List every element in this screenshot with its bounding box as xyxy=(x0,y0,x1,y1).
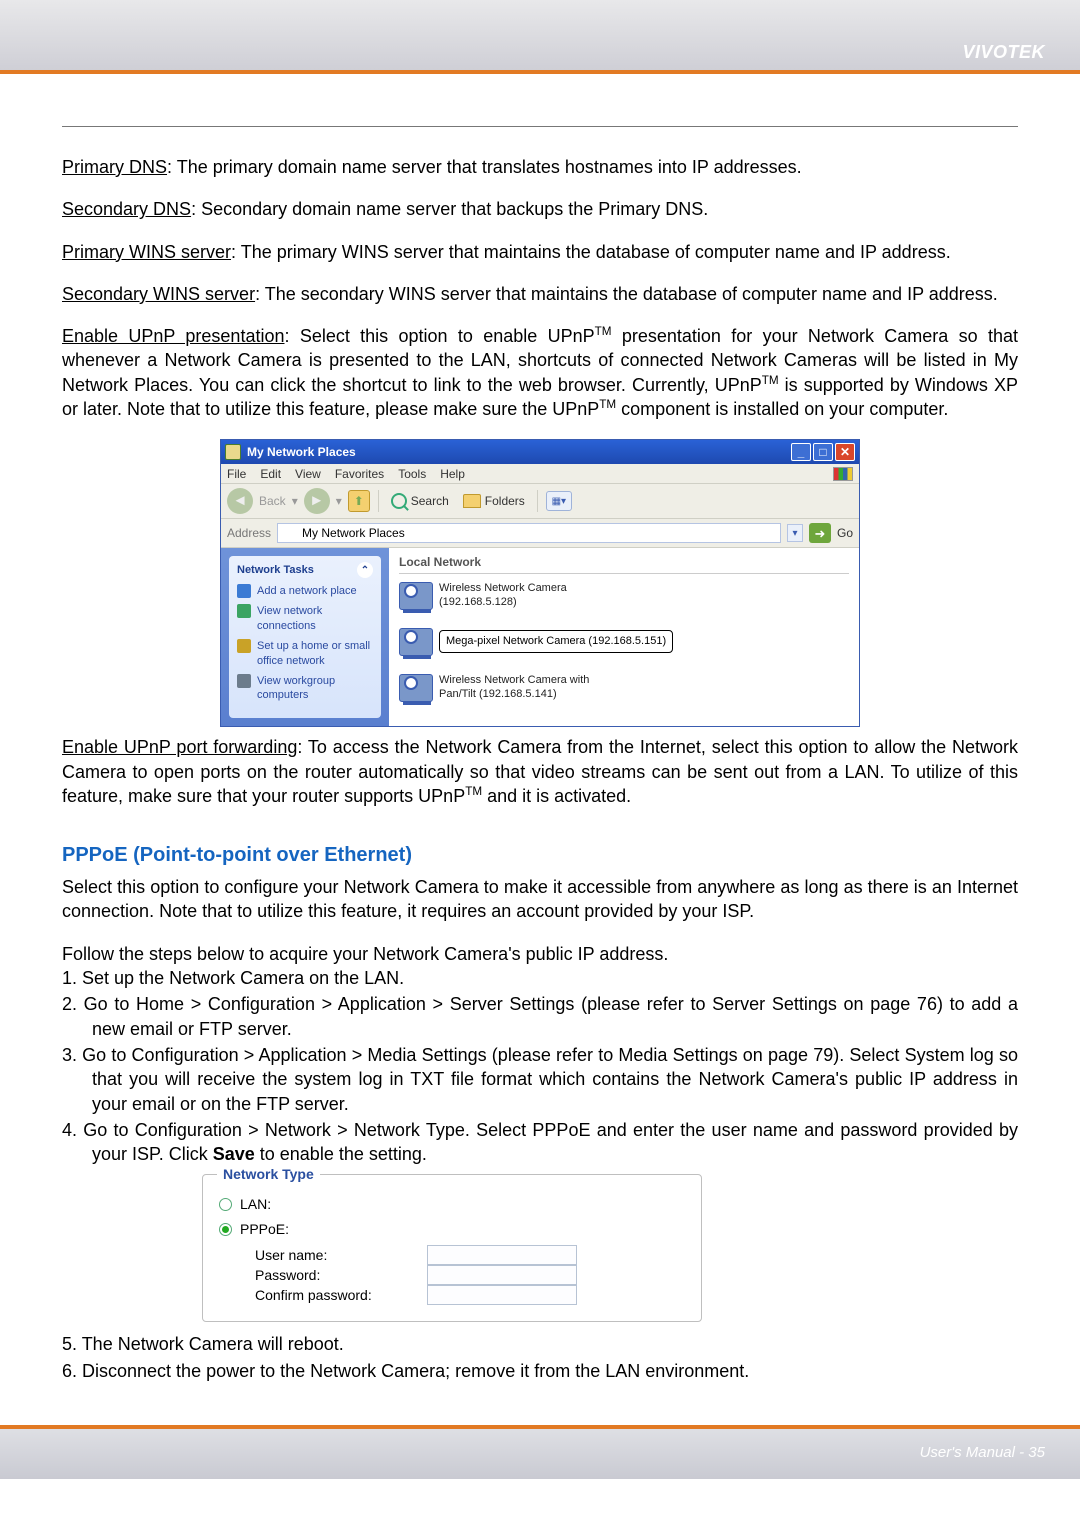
network-type-legend: Network Type xyxy=(217,1165,320,1184)
network-places-screenshot: My Network Places _ □ ✕ File Edit View F… xyxy=(220,439,860,727)
menu-tools[interactable]: Tools xyxy=(398,466,426,482)
side-panel-header: Network Tasks xyxy=(237,563,314,578)
secondary-wins-term: Secondary WINS server xyxy=(62,284,255,304)
collapse-icon[interactable]: ⌃ xyxy=(357,562,373,578)
primary-dns-text: : The primary domain name server that tr… xyxy=(167,157,802,177)
setup-icon xyxy=(237,639,251,653)
step-6: 6. Disconnect the power to the Network C… xyxy=(62,1359,1018,1383)
menu-file[interactable]: File xyxy=(227,466,246,482)
primary-wins-para: Primary WINS server: The primary WINS se… xyxy=(62,240,1018,264)
side-panel: Network Tasks ⌃ Add a network place View… xyxy=(221,548,389,726)
address-label: Address xyxy=(227,525,271,541)
step-1: 1. Set up the Network Camera on the LAN. xyxy=(62,966,1018,990)
network-item[interactable]: Wireless Network Camera with Pan/Tilt (1… xyxy=(399,674,629,702)
pppoe-intro: Select this option to configure your Net… xyxy=(62,875,1018,924)
workgroup-icon xyxy=(237,674,251,688)
page-content: Primary DNS: The primary domain name ser… xyxy=(0,74,1080,1425)
back-button[interactable]: ◄ xyxy=(227,488,253,514)
secondary-wins-text: : The secondary WINS server that maintai… xyxy=(255,284,998,304)
up-button[interactable]: ⬆ xyxy=(348,490,370,512)
secondary-dns-para: Secondary DNS: Secondary domain name ser… xyxy=(62,197,1018,221)
folders-icon xyxy=(463,494,481,508)
connections-icon xyxy=(237,604,251,618)
confirm-password-label: Confirm password: xyxy=(255,1286,405,1305)
confirm-password-input[interactable] xyxy=(427,1285,577,1305)
footer-band: User's Manual - 35 xyxy=(0,1429,1080,1479)
go-label: Go xyxy=(837,525,853,541)
step-4: 4. Go to Configuration > Network > Netwo… xyxy=(62,1118,1018,1167)
group-header: Local Network xyxy=(399,554,849,573)
primary-dns-para: Primary DNS: The primary domain name ser… xyxy=(62,155,1018,179)
network-item-callout[interactable]: Mega-pixel Network Camera (192.168.5.151… xyxy=(399,628,673,656)
address-text: My Network Places xyxy=(302,525,405,541)
pppoe-radio[interactable] xyxy=(219,1223,232,1236)
window-maximize-button[interactable]: □ xyxy=(813,443,833,461)
search-button[interactable]: Search xyxy=(387,491,453,511)
menu-bar: File Edit View Favorites Tools Help xyxy=(221,464,859,484)
primary-dns-term: Primary DNS xyxy=(62,157,167,177)
task-add-place[interactable]: Add a network place xyxy=(237,584,373,599)
window-close-button[interactable]: ✕ xyxy=(835,443,855,461)
step-5: 5. The Network Camera will reboot. xyxy=(62,1332,1018,1356)
windows-flag-icon xyxy=(833,467,853,481)
camera-icon xyxy=(399,674,433,702)
password-label: Password: xyxy=(255,1266,405,1285)
task-view-connections[interactable]: View network connections xyxy=(237,604,373,634)
brand-logo: VIVOTEK xyxy=(962,40,1045,64)
window-icon xyxy=(225,444,241,460)
secondary-dns-text: : Secondary domain name server that back… xyxy=(191,199,708,219)
toolbar: ◄ Back ▾ ► ▾ ⬆ Search Folders ▦▾ xyxy=(221,484,859,519)
search-icon xyxy=(391,493,407,509)
menu-help[interactable]: Help xyxy=(440,466,465,482)
username-label: User name: xyxy=(255,1246,405,1265)
menu-favorites[interactable]: Favorites xyxy=(335,466,384,482)
secondary-dns-term: Secondary DNS xyxy=(62,199,191,219)
camera-icon xyxy=(399,628,433,656)
pppoe-heading: PPPoE (Point-to-point over Ethernet) xyxy=(62,842,1018,869)
window-title: My Network Places xyxy=(247,444,789,460)
step-3: 3. Go to Configuration > Application > M… xyxy=(62,1043,1018,1116)
menu-edit[interactable]: Edit xyxy=(260,466,281,482)
secondary-wins-para: Secondary WINS server: The secondary WIN… xyxy=(62,282,1018,306)
address-dropdown[interactable]: ▾ xyxy=(787,524,803,542)
step-2: 2. Go to Home > Configuration > Applicat… xyxy=(62,992,1018,1041)
primary-wins-text: : The primary WINS server that maintains… xyxy=(231,242,951,262)
main-panel: Local Network Wireless Network Camera (1… xyxy=(389,548,859,726)
address-input[interactable]: My Network Places xyxy=(277,523,781,543)
menu-view[interactable]: View xyxy=(295,466,321,482)
go-button[interactable]: ➜ xyxy=(809,523,831,543)
back-label: Back xyxy=(259,493,286,509)
footer-text: User's Manual - 35 xyxy=(920,1443,1045,1463)
task-view-workgroup[interactable]: View workgroup computers xyxy=(237,674,373,704)
window-minimize-button[interactable]: _ xyxy=(791,443,811,461)
username-input[interactable] xyxy=(427,1245,577,1265)
folders-button[interactable]: Folders xyxy=(459,491,529,511)
camera-icon xyxy=(399,582,433,610)
header-band: VIVOTEK xyxy=(0,0,1080,70)
primary-wins-term: Primary WINS server xyxy=(62,242,231,262)
task-setup-network[interactable]: Set up a home or small office network xyxy=(237,639,373,669)
address-icon xyxy=(282,526,296,540)
add-place-icon xyxy=(237,584,251,598)
address-bar: Address My Network Places ▾ ➜ Go xyxy=(221,519,859,548)
network-type-screenshot: Network Type LAN: PPPoE: User name: Pass… xyxy=(202,1174,702,1322)
upnp-forwarding-para: Enable UPnP port forwarding: To access t… xyxy=(62,735,1018,808)
pppoe-label: PPPoE: xyxy=(240,1220,289,1239)
pppoe-lead: Follow the steps below to acquire your N… xyxy=(62,942,1018,966)
lan-radio[interactable] xyxy=(219,1198,232,1211)
views-button[interactable]: ▦▾ xyxy=(546,491,572,511)
callout-box: Mega-pixel Network Camera (192.168.5.151… xyxy=(439,630,673,653)
upnp-forwarding-term: Enable UPnP port forwarding xyxy=(62,737,297,757)
password-input[interactable] xyxy=(427,1265,577,1285)
upnp-presentation-para: Enable UPnP presentation: Select this op… xyxy=(62,324,1018,421)
lan-label: LAN: xyxy=(240,1195,271,1214)
window-titlebar: My Network Places _ □ ✕ xyxy=(221,440,859,464)
forward-button[interactable]: ► xyxy=(304,488,330,514)
upnp-presentation-term: Enable UPnP presentation xyxy=(62,326,284,346)
network-item[interactable]: Wireless Network Camera (192.168.5.128) xyxy=(399,582,629,610)
